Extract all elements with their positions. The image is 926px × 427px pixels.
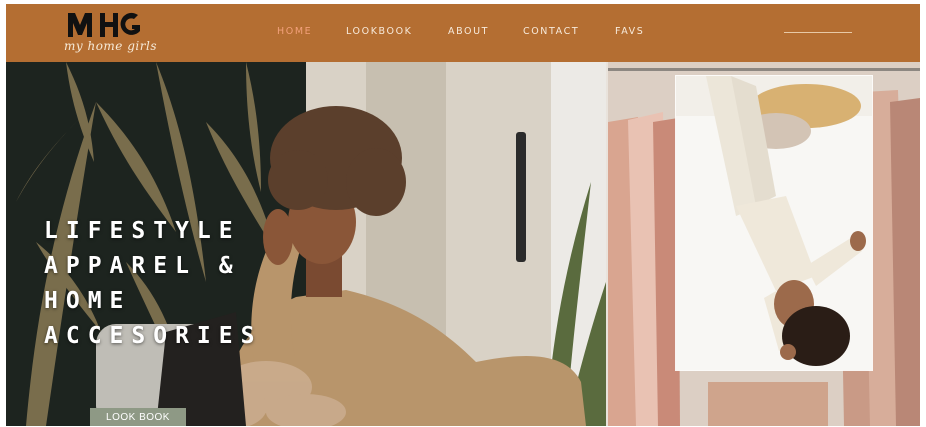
lifestyle-photo-card xyxy=(676,76,872,370)
hero-headline: LIFESTYLE APPAREL & HOME ACCESORIES xyxy=(44,214,262,354)
woman-on-bed-icon xyxy=(676,76,872,370)
hero-image-right xyxy=(608,62,920,426)
main-nav: HOME LOOKBOOK ABOUT CONTACT FAVS xyxy=(6,26,920,42)
site-header: my home girls HOME LOOKBOOK ABOUT CONTAC… xyxy=(6,4,920,62)
nav-home[interactable]: HOME xyxy=(277,26,312,37)
hero-headline-line-3: HOME xyxy=(44,288,132,314)
nav-favs[interactable]: FAVS xyxy=(615,26,644,37)
hero-headline-line-4: ACCESORIES xyxy=(44,323,263,349)
hero-image-left: LIFESTYLE APPAREL & HOME ACCESORIES LOOK… xyxy=(6,62,606,426)
page-frame: my home girls HOME LOOKBOOK ABOUT CONTAC… xyxy=(6,4,920,426)
hero-headline-line-1: LIFESTYLE xyxy=(44,218,241,244)
header-divider xyxy=(784,32,852,33)
nav-lookbook[interactable]: LOOKBOOK xyxy=(346,26,412,37)
nav-about[interactable]: ABOUT xyxy=(448,26,489,37)
hero-headline-line-2: APPAREL & xyxy=(44,253,241,279)
look-book-button[interactable]: LOOK BOOK xyxy=(90,408,186,426)
nav-contact[interactable]: CONTACT xyxy=(523,26,579,37)
